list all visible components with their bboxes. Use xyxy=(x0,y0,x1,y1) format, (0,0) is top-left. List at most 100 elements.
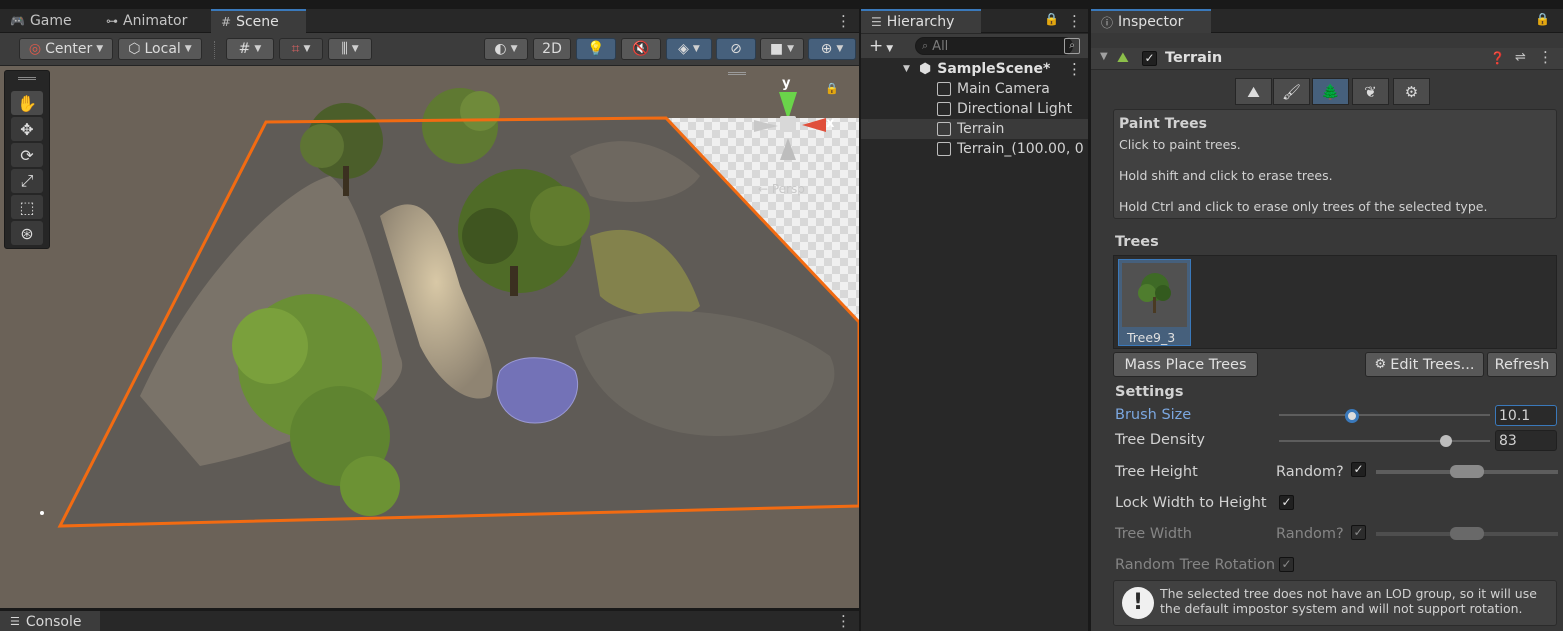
draw-mode-dropdown[interactable]: ◐ ▼ xyxy=(484,38,528,60)
add-object-button[interactable]: + ▼ xyxy=(869,36,893,56)
paint-terrain-tool[interactable]: 🖌 xyxy=(1273,78,1310,105)
overlay-grip-icon[interactable] xyxy=(18,77,36,80)
tree-width-random-checkbox: ✓ xyxy=(1351,525,1366,540)
preset-sliders-icon[interactable]: ⇌ xyxy=(1515,50,1526,65)
lock-icon[interactable]: 🔒 xyxy=(1044,12,1059,26)
tab-console[interactable]: ☰ Console xyxy=(0,611,100,631)
range-slider-handle[interactable] xyxy=(1450,465,1484,478)
scene-viewport[interactable]: y x ← Persp 🔒 xyxy=(0,66,859,608)
lightbulb-icon: 💡 xyxy=(587,41,605,57)
lock-width-checkbox[interactable]: ✓ xyxy=(1279,495,1294,510)
transform-tool-button[interactable]: ⊛ xyxy=(11,221,43,245)
console-menu-icon[interactable]: ⋮ xyxy=(836,612,851,630)
terrain-enabled-checkbox[interactable]: ✓ xyxy=(1142,51,1157,66)
eye-off-icon: ⊘ xyxy=(730,41,742,57)
lighting-toggle-button[interactable]: 💡 xyxy=(576,38,616,60)
scene-visibility-button[interactable]: ⊘ xyxy=(716,38,756,60)
tree-width-random-label: Random? xyxy=(1276,526,1344,542)
refresh-button[interactable]: Refresh xyxy=(1487,352,1557,377)
tab-hierarchy[interactable]: ☰ Hierarchy xyxy=(861,9,981,33)
brush-size-field[interactable]: 10.1 xyxy=(1495,405,1557,426)
hierarchy-item-main-camera[interactable]: Main Camera xyxy=(861,79,1088,99)
paint-details-tool[interactable]: ❦ xyxy=(1352,78,1389,105)
gizmo-lock-icon[interactable]: 🔒 xyxy=(825,82,839,95)
paint-trees-tool[interactable]: 🌲 xyxy=(1312,78,1349,105)
tree-height-range-slider[interactable] xyxy=(1376,465,1558,478)
terrain-component-header[interactable]: ▼ ⛰ ✓ Terrain ❓ ⇌ ⋮ xyxy=(1091,48,1563,70)
component-title: Terrain xyxy=(1165,50,1223,66)
hierarchy-list-icon: ☰ xyxy=(871,15,882,29)
tree-height-random-checkbox[interactable]: ✓ xyxy=(1351,462,1366,477)
tree-density-slider-handle[interactable] xyxy=(1439,435,1452,447)
terrain-settings-tool[interactable]: ⚙ xyxy=(1393,78,1430,105)
hierarchy-item-terrain-neighbor[interactable]: Terrain_(100.00, 0 xyxy=(861,139,1088,159)
hierarchy-item-terrain[interactable]: Terrain xyxy=(861,119,1088,139)
chevron-down-icon: ▼ xyxy=(254,44,262,54)
scale-tool-button[interactable]: ⤢ xyxy=(11,169,43,193)
rect-transform-icon: ⬚ xyxy=(19,197,35,217)
component-menu-icon[interactable]: ⋮ xyxy=(1538,48,1553,66)
gizmo-x-axis[interactable] xyxy=(802,118,826,132)
brush-size-slider-handle[interactable] xyxy=(1344,409,1359,423)
ruler-snap-button[interactable]: ⫼ ▼ xyxy=(328,38,372,60)
pivot-rotation-dropdown[interactable]: ⬡ Local ▼ xyxy=(118,38,202,60)
gameobject-cube-icon xyxy=(937,122,951,136)
create-neighbor-tool[interactable]: ⛰ xyxy=(1235,78,1272,105)
brush-size-slider[interactable] xyxy=(1279,414,1490,416)
gizmo-projection-label[interactable]: ← Persp xyxy=(758,182,805,196)
lock-icon[interactable]: 🔒 xyxy=(1535,12,1550,26)
pivot-mode-dropdown[interactable]: ◎ Center ▼ xyxy=(19,38,113,60)
gizmo-neg-y-axis[interactable] xyxy=(780,138,796,160)
effects-dropdown[interactable]: ◈ ▼ xyxy=(666,38,712,60)
chevron-down-icon: ▼ xyxy=(510,44,518,54)
snap-magnet-icon: ⌗ xyxy=(291,41,300,57)
toggle-2d-button[interactable]: 2D xyxy=(533,38,571,60)
camera-icon: ■ xyxy=(769,41,784,57)
search-filter-icon[interactable]: ⌕ xyxy=(1064,38,1080,54)
tree-density-label: Tree Density xyxy=(1115,432,1205,448)
paint-trees-help-box: Paint Trees Click to paint trees. Hold s… xyxy=(1113,109,1557,219)
audio-mute-icon: 🔇 xyxy=(632,41,650,57)
tab-animator[interactable]: ⊶ Animator xyxy=(96,9,206,33)
hand-tool-button[interactable]: ✋ xyxy=(11,91,43,115)
grid-snapping-button[interactable]: # ▼ xyxy=(226,38,274,60)
tree-density-field[interactable]: 83 xyxy=(1495,430,1557,451)
move-tool-button[interactable]: ✥ xyxy=(11,117,43,141)
triangle-down-icon[interactable]: ▼ xyxy=(1100,51,1108,62)
local-space-icon: ⬡ xyxy=(128,41,141,57)
hierarchy-menu-icon[interactable]: ⋮ xyxy=(1067,12,1082,30)
scene-menu-icon[interactable]: ⋮ xyxy=(1067,60,1082,78)
triangle-down-icon[interactable]: ▼ xyxy=(903,64,910,74)
gameobject-cube-icon xyxy=(937,142,951,156)
ruler-icon: ⫼ xyxy=(341,41,348,57)
help-icon[interactable]: ❓ xyxy=(1490,51,1505,65)
overlay-grip-icon[interactable] xyxy=(728,72,746,75)
tree-prototype-item[interactable]: Tree9_3 xyxy=(1118,259,1191,346)
hand-icon: ✋ xyxy=(17,93,37,113)
audio-toggle-button[interactable]: 🔇 xyxy=(621,38,661,60)
mass-place-trees-button[interactable]: Mass Place Trees xyxy=(1113,352,1258,377)
terrain-render[interactable] xyxy=(0,66,859,608)
scene-menu-icon[interactable]: ⋮ xyxy=(836,12,851,30)
tab-inspector[interactable]: ⓘ Inspector xyxy=(1091,9,1211,33)
tools-overlay: ✋ ✥ ⟳ ⤢ ⬚ ⊛ xyxy=(4,70,50,249)
rotate-tool-button[interactable]: ⟳ xyxy=(11,143,43,167)
gizmo-neg-x-axis[interactable] xyxy=(754,120,778,132)
edit-trees-button[interactable]: ⚙ Edit Trees... xyxy=(1365,352,1484,377)
tree-thumbnail xyxy=(1122,263,1187,327)
tree-height-label: Tree Height xyxy=(1115,464,1198,480)
hierarchy-search-input[interactable]: ⌕ All xyxy=(915,37,1073,55)
tree-prototype-list[interactable]: Tree9_3 xyxy=(1113,255,1557,349)
rect-tool-button[interactable]: ⬚ xyxy=(11,195,43,219)
gizmos-dropdown[interactable]: ⊕ ▼ xyxy=(808,38,856,60)
unity-scene-icon: ⬢ xyxy=(919,61,932,77)
camera-settings-dropdown[interactable]: ■ ▼ xyxy=(760,38,804,60)
tab-game[interactable]: 🎮 Game xyxy=(0,9,92,33)
tab-scene[interactable]: # Scene xyxy=(211,9,306,33)
hierarchy-scene-row[interactable]: ▼ ⬢ SampleScene* ⋮ xyxy=(861,59,1088,79)
gizmo-center-cube[interactable] xyxy=(780,116,796,132)
gizmo-globe-icon: ⊕ xyxy=(820,41,833,57)
tree-density-slider[interactable] xyxy=(1279,440,1490,442)
hierarchy-item-directional-light[interactable]: Directional Light xyxy=(861,99,1088,119)
increment-snap-button[interactable]: ⌗ ▼ xyxy=(279,38,323,60)
